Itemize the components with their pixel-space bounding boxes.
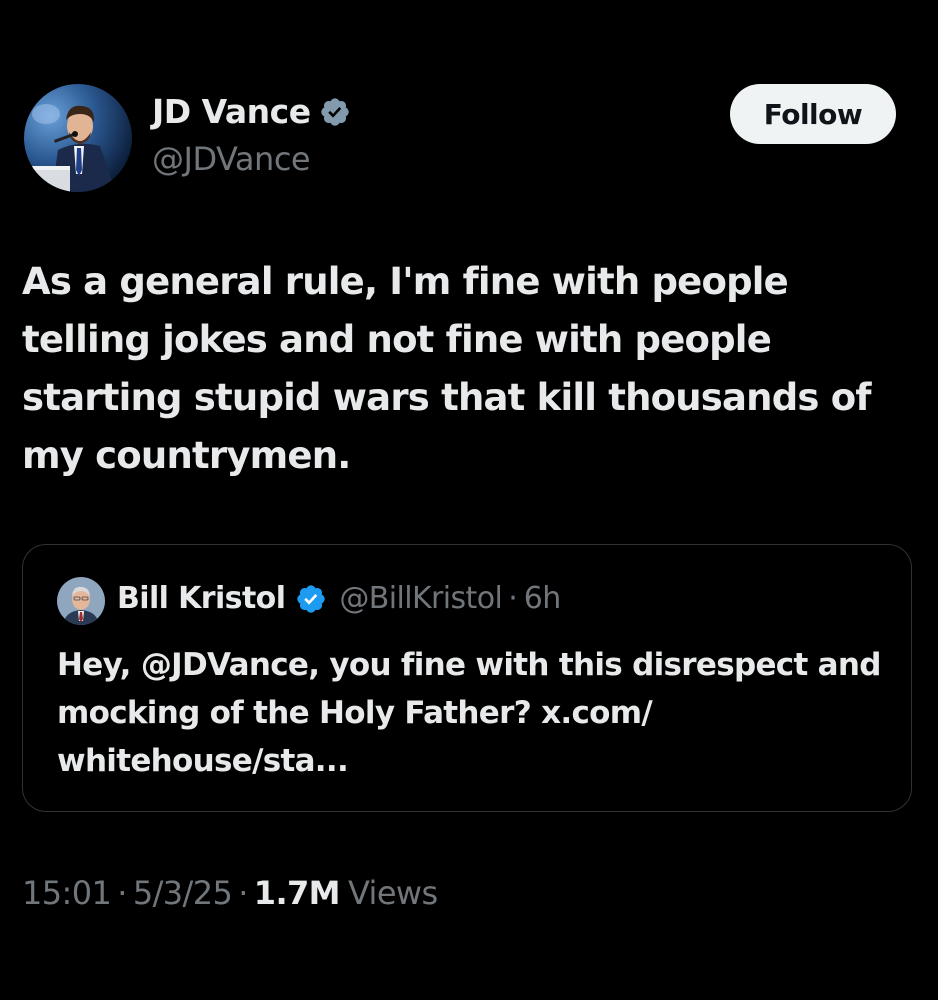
- author-avatar[interactable]: [24, 84, 132, 192]
- tweet-time[interactable]: 15:01: [22, 874, 112, 912]
- quote-avatar[interactable]: [57, 577, 105, 625]
- tweet-date[interactable]: 5/3/25: [133, 874, 233, 912]
- quoted-tweet-card[interactable]: Bill Kristol @BillKristol · 6h Hey, @JDV…: [22, 544, 912, 812]
- verified-badge-icon[interactable]: [295, 583, 327, 615]
- meta-separator: ·: [117, 874, 127, 912]
- author-name[interactable]: JD Vance: [152, 92, 311, 131]
- tweet-meta: 15:01 · 5/3/25 · 1.7M Views: [22, 874, 438, 912]
- author-handle[interactable]: @JDVance: [152, 140, 311, 178]
- person-speaking-at-podium-avatar: [24, 84, 132, 192]
- man-portrait-avatar: [57, 577, 105, 625]
- tweet-text: As a general rule, I'm fine with people …: [22, 260, 871, 477]
- follow-button[interactable]: Follow: [730, 84, 896, 144]
- author-name-row: JD Vance: [152, 92, 351, 131]
- quote-timestamp[interactable]: 6h: [524, 581, 562, 616]
- views-label: Views: [347, 874, 438, 912]
- quote-author-name[interactable]: Bill Kristol: [117, 581, 286, 616]
- views-count: 1.7M: [253, 874, 341, 912]
- quote-text: Hey, @JDVance, you fine with this disres…: [57, 647, 881, 779]
- meta-separator: ·: [238, 874, 248, 912]
- quote-header: Bill Kristol @BillKristol · 6h: [117, 581, 561, 616]
- quote-separator: ·: [508, 581, 518, 616]
- quote-author-handle[interactable]: @BillKristol: [339, 581, 502, 616]
- verified-badge-icon[interactable]: [319, 96, 351, 128]
